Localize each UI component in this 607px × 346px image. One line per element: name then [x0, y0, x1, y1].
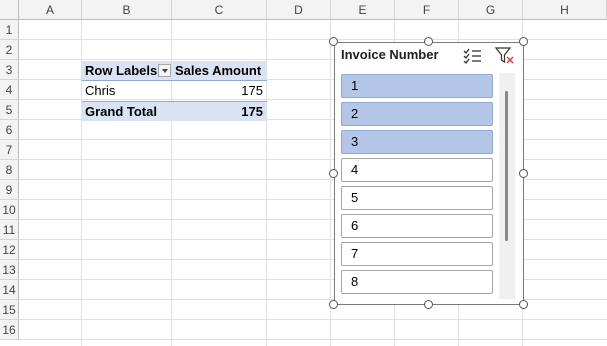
pivot-row-value[interactable]: 175 [172, 81, 267, 101]
slicer-title: Invoice Number [341, 47, 439, 62]
resize-handle-top-left[interactable] [329, 37, 338, 46]
slicer-scrollbar[interactable] [499, 73, 515, 299]
slicer-item-4[interactable]: 4 [341, 158, 493, 182]
column-header-d[interactable]: D [267, 0, 331, 20]
pivot-grand-total-value[interactable]: 175 [172, 101, 267, 121]
resize-handle-right[interactable] [519, 169, 528, 178]
column-header-g[interactable]: G [459, 0, 523, 20]
slicer-item-7[interactable]: 7 [341, 242, 493, 266]
pivot-row-label[interactable]: Chris [82, 81, 172, 101]
worksheet[interactable]: A B C D E F G H 1 2 3 4 5 6 7 8 9 10 11 … [0, 0, 607, 346]
resize-handle-left[interactable] [329, 169, 338, 178]
slicer-item-8[interactable]: 8 [341, 270, 493, 294]
row-header-5[interactable]: 5 [0, 100, 19, 120]
row-header-11[interactable]: 11 [0, 220, 19, 240]
resize-handle-bottom-left[interactable] [329, 300, 338, 309]
column-header-a[interactable]: A [19, 0, 82, 20]
resize-handle-bottom[interactable] [424, 300, 433, 309]
slicer-scroll-thumb[interactable] [505, 91, 508, 241]
slicer-item-6[interactable]: 6 [341, 214, 493, 238]
clear-filter-icon[interactable] [494, 47, 515, 65]
row-header-2[interactable]: 2 [0, 40, 19, 60]
slicer-item-1[interactable]: 1 [341, 74, 493, 98]
gridline [19, 319, 607, 320]
column-header-f[interactable]: F [395, 0, 459, 20]
resize-handle-top[interactable] [424, 37, 433, 46]
column-header-h[interactable]: H [523, 0, 607, 20]
row-header-12[interactable]: 12 [0, 240, 19, 260]
row-header-10[interactable]: 10 [0, 200, 19, 220]
pivot-header-row-labels[interactable]: Row Labels [82, 61, 172, 81]
row-header-1[interactable]: 1 [0, 20, 19, 40]
column-header-b[interactable]: B [82, 0, 172, 20]
row-header-7[interactable]: 7 [0, 140, 19, 160]
row-header-15[interactable]: 15 [0, 300, 19, 320]
row-labels-filter-dropdown[interactable] [158, 64, 171, 77]
multi-select-icon[interactable] [463, 47, 483, 65]
row-header-6[interactable]: 6 [0, 120, 19, 140]
row-header-14[interactable]: 14 [0, 280, 19, 300]
row-labels-text: Row Labels [85, 63, 158, 78]
row-header-4[interactable]: 4 [0, 80, 19, 100]
select-all-corner[interactable] [0, 0, 19, 20]
slicer-item-3[interactable]: 3 [341, 130, 493, 154]
resize-handle-top-right[interactable] [519, 37, 528, 46]
slicer-item-2[interactable]: 2 [341, 102, 493, 126]
pivot-header-sales-amount[interactable]: Sales Amount [172, 61, 267, 81]
slicer-item-5[interactable]: 5 [341, 186, 493, 210]
row-header-16[interactable]: 16 [0, 320, 19, 340]
pivot-grand-total-label[interactable]: Grand Total [82, 101, 172, 121]
resize-handle-bottom-right[interactable] [519, 300, 528, 309]
row-header-9[interactable]: 9 [0, 180, 19, 200]
gridline [19, 339, 607, 340]
gridline [330, 20, 331, 346]
row-header-13[interactable]: 13 [0, 260, 19, 280]
column-header-e[interactable]: E [331, 0, 395, 20]
invoice-number-slicer[interactable]: Invoice Number 1 2 3 4 5 6 7 8 [334, 42, 524, 305]
row-header-8[interactable]: 8 [0, 160, 19, 180]
column-header-c[interactable]: C [172, 0, 267, 20]
row-header-3[interactable]: 3 [0, 60, 19, 80]
